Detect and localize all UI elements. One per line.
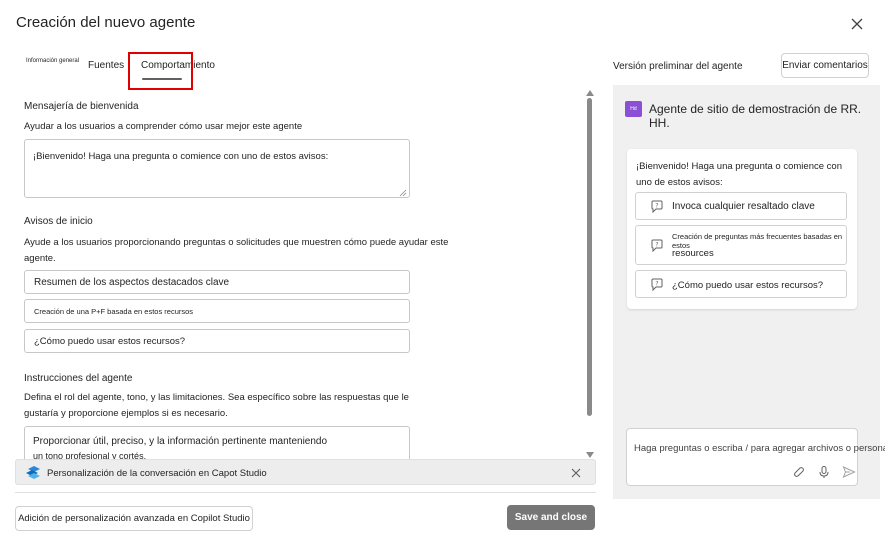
scroll-down-arrow-icon[interactable]: [585, 446, 595, 458]
starter-description: Ayude a los usuarios proporcionando preg…: [24, 235, 448, 267]
microphone-icon[interactable]: [817, 465, 831, 479]
agent-preview-panel: Hd Agente de sitio de demostración de RR…: [613, 85, 885, 499]
starter-prompt-field[interactable]: ¿Cómo puedo usar estos recursos?: [24, 329, 410, 353]
welcome-message-input[interactable]: ¡Bienvenido! Haga una pregunta o comienc…: [24, 139, 410, 198]
starter-prompt-field[interactable]: Creación de una P+F basada en estos recu…: [24, 299, 410, 323]
chat-input[interactable]: Haga preguntas o escriba / para agregar …: [626, 428, 885, 486]
suggestion-prompt[interactable]: ? ¿Cómo puedo usar estos recursos?: [635, 270, 847, 298]
instructions-value-line: Proporcionar útil, preciso, y la informa…: [33, 436, 328, 447]
save-and-close-button[interactable]: Save and close: [507, 505, 595, 530]
suggestion-label: ¿Cómo puedo usar estos recursos?: [672, 280, 824, 291]
highlight-box: [128, 52, 193, 90]
welcome-message-value: ¡Bienvenido! Haga una pregunta o comienc…: [33, 151, 329, 162]
svg-text:?: ?: [655, 242, 658, 249]
banner-text: Personalización de la conversación en Ca…: [47, 468, 267, 479]
resize-grip-icon[interactable]: [399, 187, 407, 197]
suggestion-label: Invoca cualquier resaltado clave: [672, 201, 815, 212]
suggestion-label: resources: [672, 248, 714, 259]
suggestion-prompt[interactable]: ? Invoca cualquier resaltado clave: [635, 192, 847, 220]
tab-general-info[interactable]: Información general: [26, 58, 79, 64]
starter-prompt-value: ¿Cómo puedo usar estos recursos?: [34, 335, 186, 347]
starter-description-line: Ayude a los usuarios proporcionando preg…: [24, 237, 449, 248]
scroll-up-arrow-icon[interactable]: [585, 84, 595, 96]
customization-banner: Personalización de la conversación en Ca…: [15, 459, 596, 485]
welcome-description: Ayudar a los usuarios a comprender cómo …: [24, 121, 303, 132]
tab-sources[interactable]: Fuentes: [88, 60, 124, 71]
welcome-heading: Mensajería de bienvenida: [24, 101, 139, 112]
agent-name: Agente de sitio de demostración de RR. H…: [649, 102, 862, 130]
instructions-input[interactable]: Proporcionar útil, preciso, y la informa…: [24, 426, 410, 462]
agent-avatar: Hd: [625, 101, 642, 117]
svg-text:?: ?: [655, 203, 658, 210]
instructions-description: Defina el rol del agente, tono, y las li…: [24, 390, 409, 422]
attach-icon[interactable]: [791, 465, 805, 479]
advanced-customization-button[interactable]: Adición de personalización avanzada en C…: [15, 506, 253, 531]
instructions-heading: Instrucciones del agente: [24, 373, 133, 384]
chat-welcome-card: ¡Bienvenido! Haga una pregunta o comienc…: [627, 149, 857, 309]
footer-divider: [15, 492, 596, 493]
send-icon[interactable]: [842, 465, 856, 479]
svg-text:?: ?: [655, 281, 658, 288]
preview-label: Versión preliminar del agente: [613, 61, 743, 72]
chat-input-placeholder: Haga preguntas o escriba / para agregar …: [634, 443, 885, 454]
dialog-title: Creación del nuevo agente: [16, 14, 196, 31]
scrollbar-thumb[interactable]: [587, 98, 592, 416]
suggestion-prompt[interactable]: ? Creación de preguntas más frecuentes b…: [635, 225, 847, 265]
starter-prompt-value: Resumen de los aspectos destacados clave: [34, 276, 230, 288]
starter-prompt-value: Creación de una P+F basada en estos recu…: [34, 306, 194, 316]
chat-welcome-message: ¡Bienvenido! Haga una pregunta o comienc…: [636, 161, 842, 188]
starter-description-line: agente.: [24, 253, 56, 264]
send-feedback-button[interactable]: Enviar comentarios: [781, 53, 869, 78]
copilot-studio-icon: [25, 465, 41, 480]
chat-help-icon: ?: [650, 278, 664, 292]
avatar-initials: Hd: [630, 106, 637, 112]
chat-help-icon: ?: [650, 200, 664, 214]
starter-prompt-field[interactable]: Resumen de los aspectos destacados clave: [24, 270, 410, 294]
chat-help-icon: ?: [650, 239, 664, 253]
instructions-description-line: gustaría y proporcione ejemplos si es ne…: [24, 408, 228, 419]
close-icon[interactable]: [846, 13, 868, 35]
starter-heading: Avisos de inicio: [24, 216, 93, 227]
instructions-description-line: Defina el rol del agente, tono, y las li…: [24, 392, 409, 403]
close-icon[interactable]: [570, 466, 582, 478]
